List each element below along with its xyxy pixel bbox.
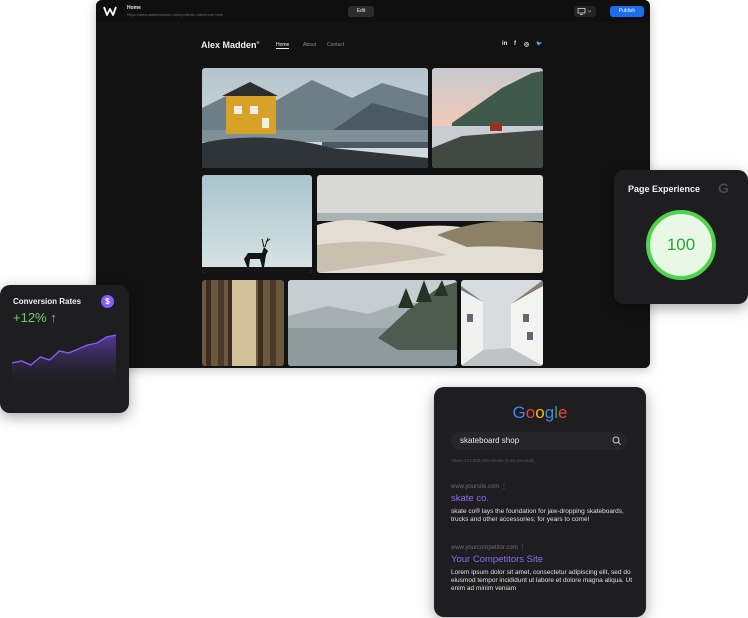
publish-button[interactable]: Publish xyxy=(610,6,644,17)
google-logo-letter: G xyxy=(512,403,526,422)
page-url: https://alexmaddenstudio.com/portfolio-s… xyxy=(127,12,223,17)
google-search-card: Google skateboard shop About 173,000,000… xyxy=(434,387,646,617)
result-url: www.yourcompetitor.com ⋮ xyxy=(451,545,526,551)
device-preview-button[interactable] xyxy=(574,6,596,17)
page-title: Home xyxy=(127,5,141,11)
search-input[interactable]: skateboard shop xyxy=(460,436,519,445)
nav-home[interactable]: Home xyxy=(276,42,290,49)
twitter-icon[interactable]: 🐦 xyxy=(536,41,542,47)
trend-area xyxy=(12,335,116,387)
editor-toolbar: Home https://alexmaddenstudio.com/portfo… xyxy=(96,0,650,23)
photo-misty-lake[interactable] xyxy=(288,280,457,366)
google-g-icon: G xyxy=(718,180,729,196)
google-logo-letter: g xyxy=(544,403,555,422)
result-title[interactable]: Your Competitors Site xyxy=(451,554,543,565)
instagram-icon[interactable]: ◎ xyxy=(524,41,529,48)
google-logo-letter: e xyxy=(557,403,568,422)
search-box[interactable]: skateboard shop xyxy=(451,432,627,450)
google-logo-letter: o xyxy=(525,403,536,422)
google-logo-letter: o xyxy=(535,403,545,422)
site-brand[interactable]: Alex Madden® xyxy=(201,40,259,50)
photo-yellow-cabin[interactable] xyxy=(202,68,428,168)
photo-fjord-sunset[interactable] xyxy=(432,68,543,168)
linkedin-icon[interactable]: in xyxy=(502,41,507,47)
conversion-rates-card: Conversion Rates $ +12% ↑ xyxy=(0,285,129,413)
result-description: skate co® lays the foundation for jaw-dr… xyxy=(451,508,624,523)
google-logo: Google xyxy=(434,403,646,423)
result-title[interactable]: skate co. xyxy=(451,493,489,504)
photo-white-houses[interactable] xyxy=(461,280,543,366)
photo-reindeer[interactable] xyxy=(202,175,312,273)
conversion-value: +12% ↑ xyxy=(13,310,57,325)
edit-button[interactable]: Edit xyxy=(348,6,374,17)
photo-sand-dunes[interactable] xyxy=(317,175,543,273)
brand-name: Alex Madden xyxy=(201,40,257,50)
app-logo-icon[interactable] xyxy=(103,5,119,17)
result-description: Lorem ipsum dolor sit amet, consectetur … xyxy=(451,569,633,592)
conversion-title: Conversion Rates xyxy=(13,297,82,306)
search-icon[interactable] xyxy=(611,435,623,447)
photo-forest[interactable] xyxy=(202,280,284,366)
desktop-chevron-icon xyxy=(577,8,592,15)
facebook-icon[interactable]: f xyxy=(514,41,516,47)
page-experience-score: 100 xyxy=(666,235,696,254)
result-url: www.yoursite.com ⋮ xyxy=(451,484,508,490)
site-editor-window: Home https://alexmaddenstudio.com/portfo… xyxy=(96,0,650,368)
brand-mark: ® xyxy=(256,40,260,45)
dollar-icon: $ xyxy=(101,295,114,308)
page-experience-title: Page Experience xyxy=(628,184,701,194)
nav-contact[interactable]: Contact xyxy=(327,42,344,48)
nav-about[interactable]: About xyxy=(303,42,316,48)
conversion-trend-chart xyxy=(12,334,116,387)
page-experience-card: Page Experience G 100 xyxy=(614,170,748,304)
results-stats: About 173,000,000 results (0.62 seconds) xyxy=(451,458,535,463)
